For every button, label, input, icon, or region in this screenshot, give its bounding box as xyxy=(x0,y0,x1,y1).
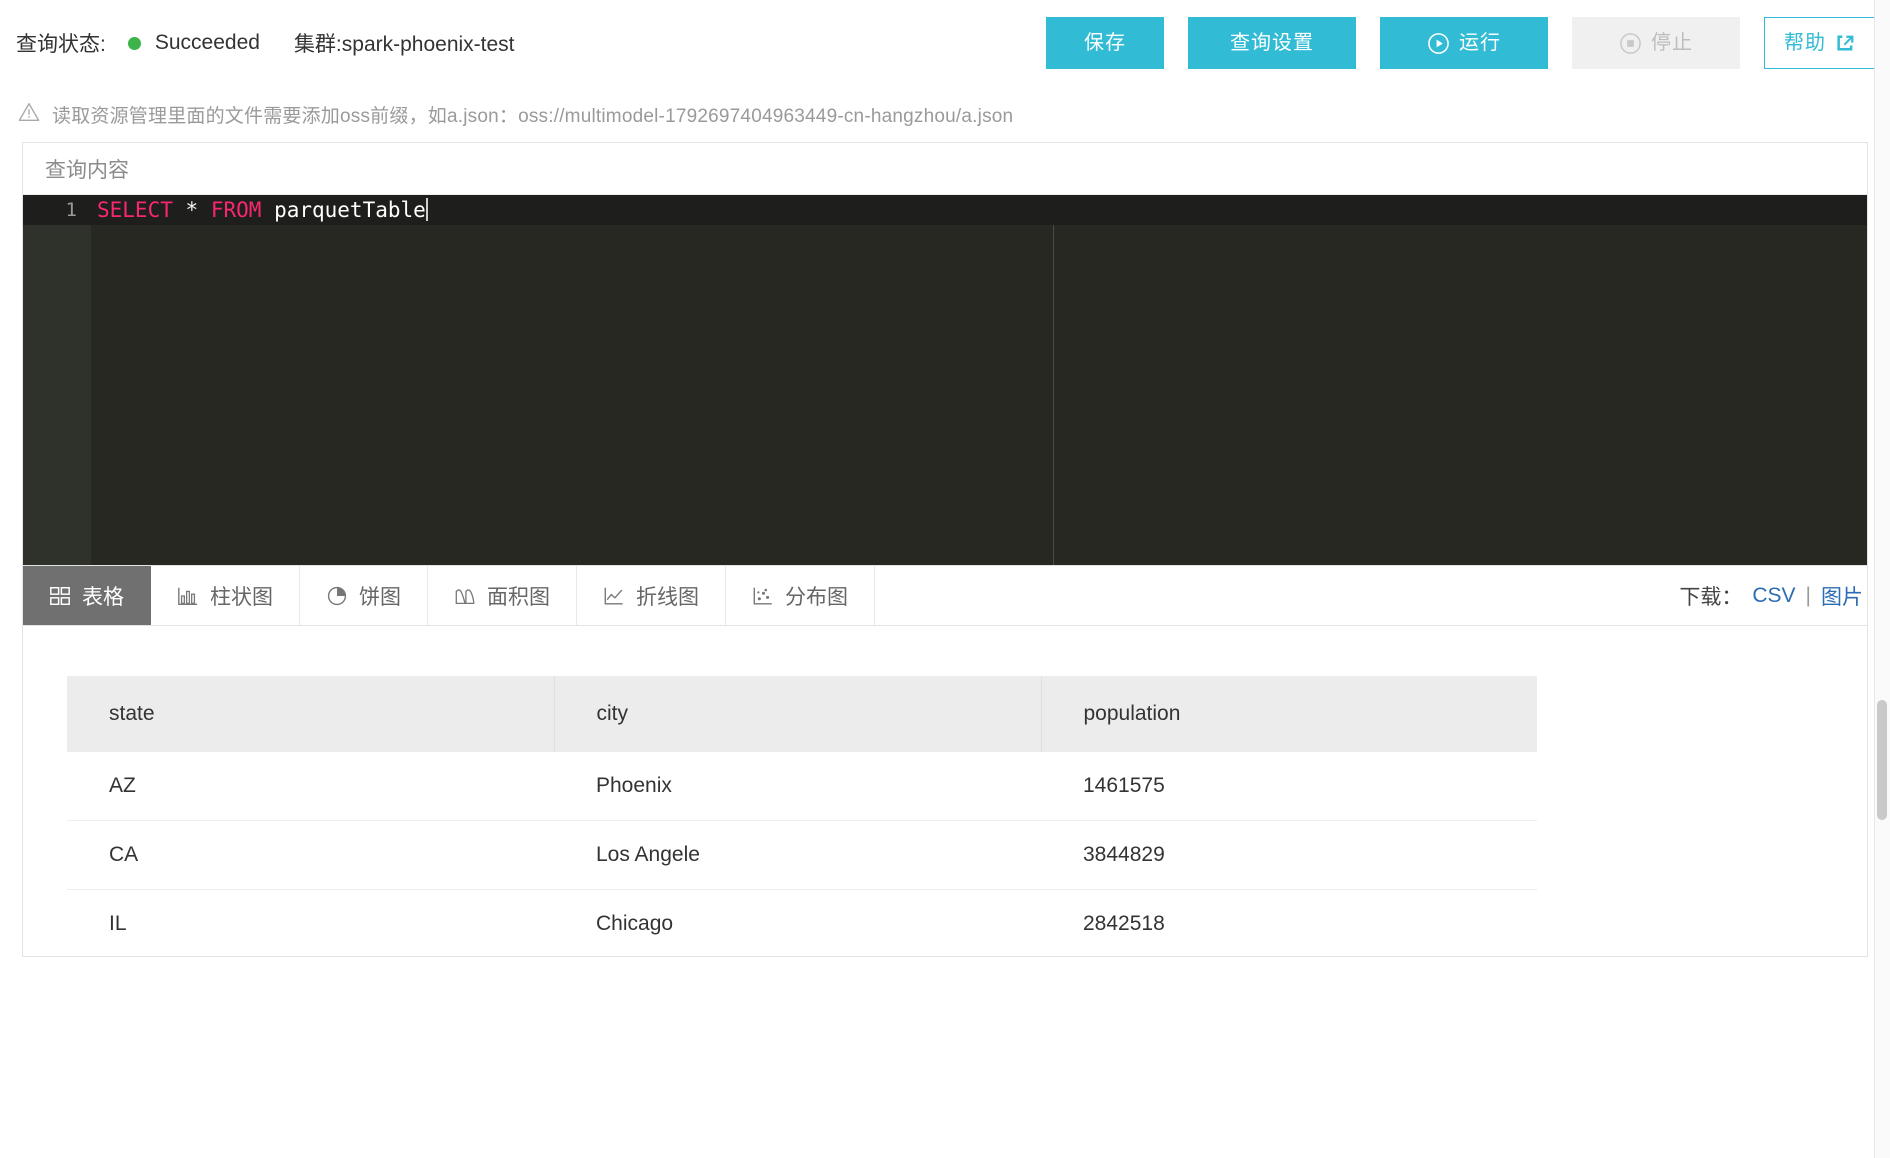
play-circle-icon xyxy=(1427,32,1450,55)
area-chart-icon xyxy=(454,585,476,607)
sql-space-3 xyxy=(261,198,274,222)
cell-city: Los Angele xyxy=(554,821,1041,890)
help-button-label: 帮助 xyxy=(1784,33,1826,53)
result-table-head: state city population xyxy=(67,676,1537,752)
cell-state: AZ xyxy=(67,752,554,821)
page-scrollbar-thumb[interactable] xyxy=(1877,700,1887,820)
tab-bar-chart[interactable]: 柱状图 xyxy=(151,566,300,625)
tab-table[interactable]: 表格 xyxy=(23,566,151,625)
column-header-population[interactable]: population xyxy=(1041,676,1537,752)
result-view-tabs: 表格 柱状图 xyxy=(23,566,1867,626)
sql-table-identifier: parquetTable xyxy=(274,198,426,222)
sql-editor-title: 查询内容 xyxy=(45,154,129,184)
stop-button-label: 停止 xyxy=(1651,33,1693,53)
result-table-body: AZ Phoenix 1461575 CA Los Angele 3844829… xyxy=(67,752,1537,956)
tab-area-chart-label: 面积图 xyxy=(487,581,550,611)
save-button[interactable]: 保存 xyxy=(1046,17,1164,69)
cell-population: 3844829 xyxy=(1041,821,1537,890)
oss-prefix-warning: 读取资源管理里面的文件需要添加oss前缀，如a.json：oss://multi… xyxy=(0,86,1890,142)
tab-table-label: 表格 xyxy=(82,581,124,611)
top-status-bar: 查询状态: Succeeded 集群:spark-phoenix-test 保存… xyxy=(0,0,1890,86)
text-caret xyxy=(426,198,428,221)
tab-pie-chart-label: 饼图 xyxy=(359,581,401,611)
run-button-label: 运行 xyxy=(1459,33,1501,53)
cell-population: 1461575 xyxy=(1041,752,1537,821)
result-panel: 表格 柱状图 xyxy=(22,565,1868,957)
cell-population: 2842518 xyxy=(1041,890,1537,957)
sql-editor-panel: 查询内容 1 SELECT * FROM parquetTable xyxy=(22,142,1868,565)
column-header-city[interactable]: city xyxy=(554,676,1041,752)
line-number-1: 1 xyxy=(23,195,91,225)
sql-star-token xyxy=(173,198,186,222)
query-status-label: 查询状态: xyxy=(16,28,106,58)
cell-city: Chicago xyxy=(554,890,1041,957)
oss-prefix-warning-text: 读取资源管理里面的文件需要添加oss前缀，如a.json：oss://multi… xyxy=(52,101,1013,128)
tab-line-chart-label: 折线图 xyxy=(636,581,699,611)
sql-editor-header: 查询内容 xyxy=(23,143,1867,195)
download-actions: 下载： CSV | 图片 xyxy=(1679,566,1867,625)
warning-triangle-icon xyxy=(18,101,40,128)
table-header-row: state city population xyxy=(67,676,1537,752)
save-button-label: 保存 xyxy=(1084,33,1126,53)
code-line-1[interactable]: 1 SELECT * FROM parquetTable xyxy=(23,195,1867,225)
external-link-icon xyxy=(1835,33,1856,54)
scatter-chart-icon xyxy=(752,585,774,607)
cell-state: CA xyxy=(67,821,554,890)
tab-scatter-chart-label: 分布图 xyxy=(785,581,848,611)
download-csv-link[interactable]: CSV xyxy=(1752,584,1795,608)
result-table-container: state city population AZ Phoenix 1461575… xyxy=(23,626,1867,956)
grid-table-icon xyxy=(49,585,71,607)
table-row: CA Los Angele 3844829 xyxy=(67,821,1537,890)
tab-pie-chart[interactable]: 饼图 xyxy=(300,566,428,625)
download-label: 下载： xyxy=(1679,581,1742,611)
line-chart-icon xyxy=(603,585,625,607)
column-header-state[interactable]: state xyxy=(67,676,554,752)
pie-chart-icon xyxy=(326,585,348,607)
table-row: AZ Phoenix 1461575 xyxy=(67,752,1537,821)
editor-vertical-ruler xyxy=(1053,223,1054,565)
tab-line-chart[interactable]: 折线图 xyxy=(577,566,726,625)
sql-keyword-select: SELECT xyxy=(97,198,173,222)
sql-star: * xyxy=(186,198,199,222)
editor-gutter-background xyxy=(23,225,91,565)
table-row: IL Chicago 2842518 xyxy=(67,890,1537,957)
result-table: state city population AZ Phoenix 1461575… xyxy=(67,676,1537,956)
tab-scatter-chart[interactable]: 分布图 xyxy=(726,566,875,625)
sql-code-area[interactable]: 1 SELECT * FROM parquetTable xyxy=(23,195,1867,565)
help-button[interactable]: 帮助 xyxy=(1764,17,1876,69)
query-settings-button[interactable]: 查询设置 xyxy=(1188,17,1356,69)
bar-chart-icon xyxy=(177,585,199,607)
cell-city: Phoenix xyxy=(554,752,1041,821)
cell-state: IL xyxy=(67,890,554,957)
sql-space-2 xyxy=(198,198,211,222)
query-console-page: 查询状态: Succeeded 集群:spark-phoenix-test 保存… xyxy=(0,0,1890,1158)
tab-area-chart[interactable]: 面积图 xyxy=(428,566,577,625)
tab-bar-chart-label: 柱状图 xyxy=(210,581,273,611)
stop-circle-icon xyxy=(1619,32,1642,55)
toolbar-actions: 保存 查询设置 运行 xyxy=(1046,17,1876,69)
download-image-link[interactable]: 图片 xyxy=(1821,581,1863,611)
query-settings-button-label: 查询设置 xyxy=(1230,33,1314,53)
page-scrollbar[interactable] xyxy=(1874,0,1890,1158)
query-status-value: Succeeded xyxy=(155,31,260,55)
run-button[interactable]: 运行 xyxy=(1380,17,1548,69)
cluster-name-label: 集群:spark-phoenix-test xyxy=(294,28,515,58)
status-dot-icon xyxy=(128,37,141,50)
download-separator: | xyxy=(1806,584,1811,608)
code-line-1-text: SELECT * FROM parquetTable xyxy=(91,195,428,225)
stop-button[interactable]: 停止 xyxy=(1572,17,1740,69)
sql-keyword-from: FROM xyxy=(211,198,262,222)
